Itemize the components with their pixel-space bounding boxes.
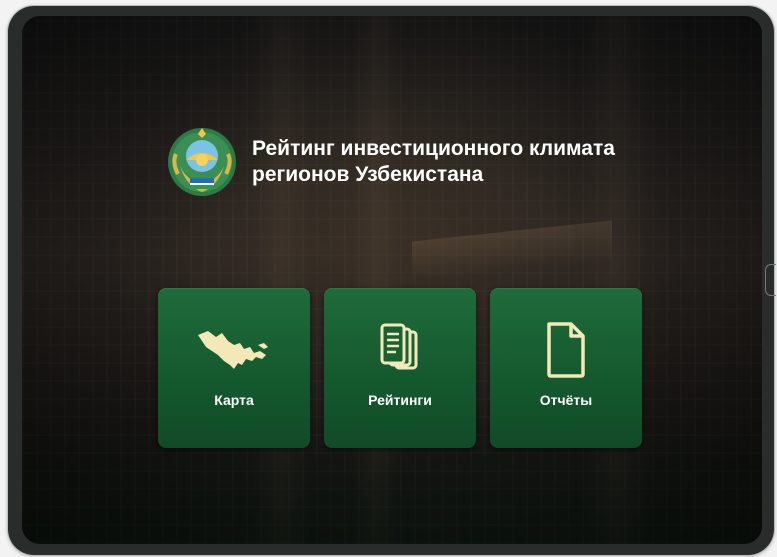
reports-tile-label: Отчёты [539, 392, 593, 408]
main-menu: Карта Рейтинги Отчёты [158, 288, 642, 448]
document-icon [526, 322, 606, 378]
app-screen: Рейтинг инвестиционного климата регионов… [22, 16, 762, 544]
background-vignette [22, 16, 762, 544]
reports-tile-button[interactable]: Отчёты [490, 288, 642, 448]
state-emblem-icon [166, 126, 238, 198]
side-button [765, 264, 776, 296]
documents-stack-icon [360, 322, 440, 378]
app-header: Рейтинг инвестиционного климата регионов… [166, 126, 692, 198]
map-tile-label: Карта [214, 392, 254, 408]
tablet-frame: Рейтинг инвестиционного климата регионов… [8, 6, 776, 555]
page-title: Рейтинг инвестиционного климата регионов… [252, 137, 615, 186]
uzbekistan-map-icon [194, 322, 274, 378]
ratings-tile-label: Рейтинги [368, 392, 432, 408]
ratings-tile-button[interactable]: Рейтинги [324, 288, 476, 448]
map-tile-button[interactable]: Карта [158, 288, 310, 448]
